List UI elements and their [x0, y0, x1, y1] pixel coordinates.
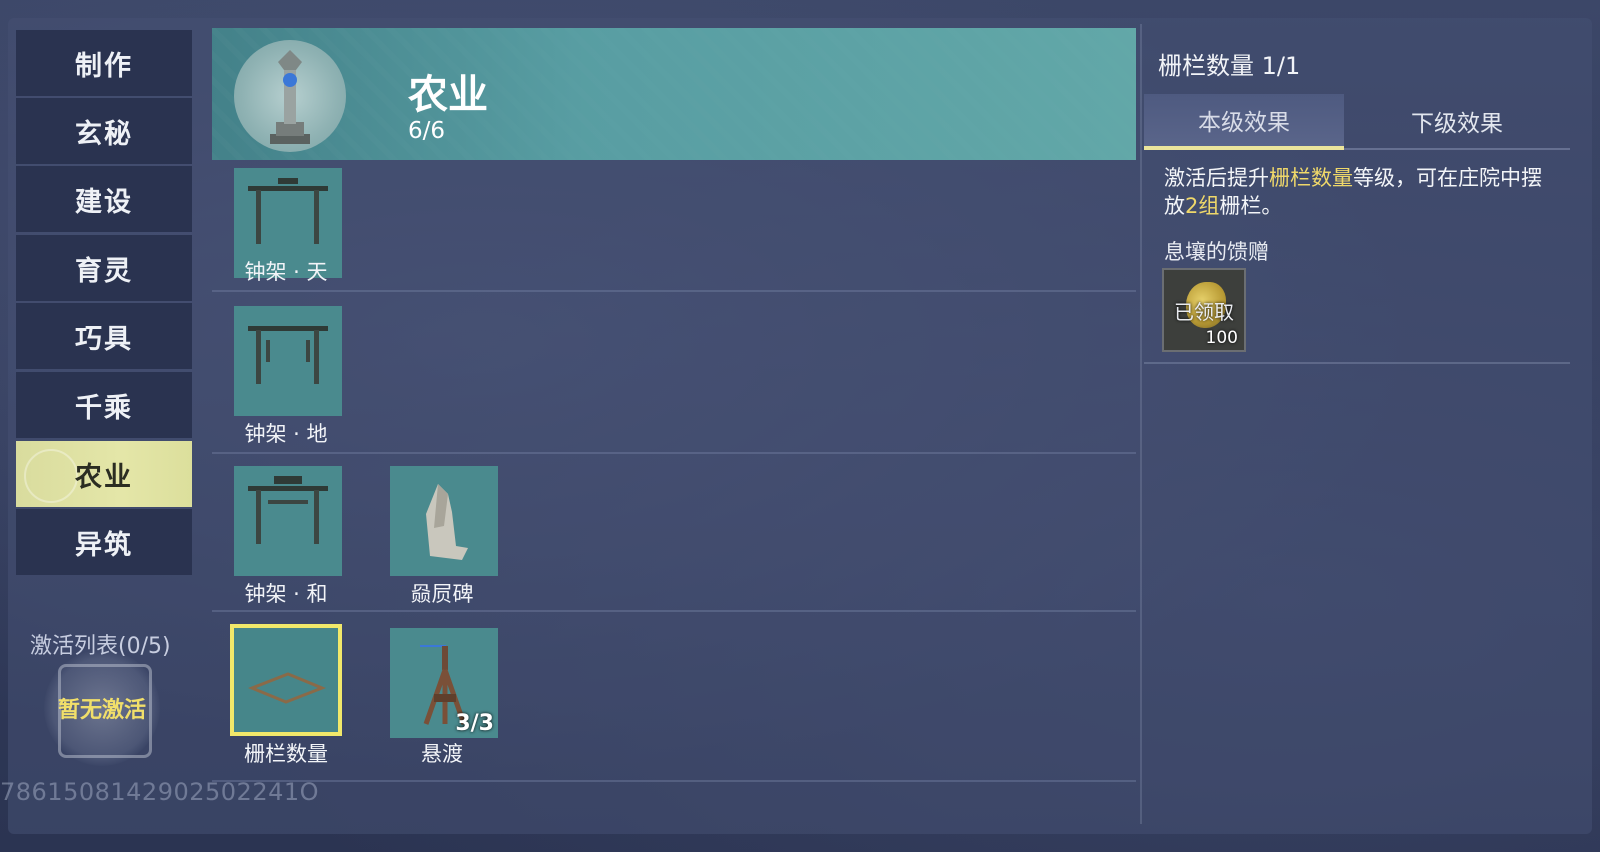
item-label: 悬渡 [421, 742, 463, 766]
category-label: 千乘 [75, 392, 133, 424]
category-label: 巧具 [75, 323, 133, 355]
banner-title: 农业 [408, 72, 488, 118]
no-activation-text: 暂无激活 [57, 698, 146, 723]
fence-icon [247, 672, 327, 704]
detail-divider [1144, 362, 1570, 364]
item-bell-rack-di[interactable] [234, 306, 342, 416]
activation-seal[interactable]: 暂无激活 [44, 650, 160, 766]
desc-text: 栅栏。 [1219, 194, 1283, 218]
category-yuling[interactable]: 育灵 [16, 235, 192, 301]
desc-highlight: 2组 [1185, 194, 1220, 218]
bell-rack-icon [248, 476, 328, 544]
item-xuandu[interactable]: 3/3 [390, 628, 498, 738]
statue-icon [270, 50, 310, 144]
category-qiansheng[interactable]: 千乘 [16, 372, 192, 438]
category-label: 异筑 [75, 529, 133, 561]
item-panel: 农业 6/6 钟架 · 天 钟架 · 地 钟架 · 和 赑屃碑 栅栏数量 3/3… [204, 24, 1142, 824]
bell-rack-icon [248, 178, 328, 244]
tab-next-level[interactable]: 下级效果 [1344, 94, 1570, 150]
gift-claimed-text: 已领取 [1174, 300, 1234, 324]
stele-icon [426, 484, 468, 560]
category-zhizuo[interactable]: 制作 [16, 30, 192, 96]
detail-title: 栅栏数量 1/1 [1158, 52, 1301, 80]
item-label: 栅栏数量 [244, 742, 328, 766]
category-label: 农业 [75, 461, 133, 493]
item-label: 钟架 · 天 [244, 260, 328, 284]
category-banner: 农业 6/6 [212, 28, 1136, 160]
category-jianshe[interactable]: 建设 [16, 166, 192, 232]
desc-text: 激活后提升 [1164, 166, 1269, 190]
row-divider [212, 610, 1136, 612]
banner-count: 6/6 [408, 118, 446, 144]
category-label: 玄秘 [75, 118, 133, 150]
gift-reward-slot[interactable]: 已领取 100 [1162, 268, 1246, 352]
category-nongye[interactable]: 农业 [16, 441, 192, 507]
effect-description: 激活后提升栅栏数量等级，可在庄院中摆放2组栅栏。 [1164, 164, 1554, 220]
desc-highlight: 栅栏数量 [1269, 166, 1353, 190]
item-bell-rack-he[interactable] [234, 466, 342, 576]
category-label: 育灵 [75, 255, 133, 287]
category-qiaoju[interactable]: 巧具 [16, 303, 192, 369]
item-label: 钟架 · 和 [244, 582, 328, 606]
category-label: 建设 [75, 186, 133, 218]
item-count: 3/3 [455, 711, 494, 736]
tab-current-level[interactable]: 本级效果 [1144, 94, 1344, 150]
effect-tabs: 本级效果 下级效果 [1144, 94, 1570, 150]
agriculture-emblem-icon [234, 40, 346, 152]
bell-rack-icon [248, 326, 328, 384]
gift-label: 息壤的馈赠 [1164, 240, 1269, 264]
gift-quantity: 100 [1205, 328, 1238, 348]
row-divider [212, 780, 1136, 782]
category-xuanmi[interactable]: 玄秘 [16, 98, 192, 164]
category-yizhu[interactable]: 异筑 [16, 509, 192, 575]
detail-panel: 栅栏数量 1/1 本级效果 下级效果 激活后提升栅栏数量等级，可在庄院中摆放2组… [1144, 24, 1580, 824]
item-fence-count[interactable] [230, 624, 342, 736]
row-divider [212, 452, 1136, 454]
item-label: 赑屃碑 [410, 582, 474, 606]
item-label: 钟架 · 地 [244, 422, 328, 446]
item-bixi-stele[interactable] [390, 466, 498, 576]
row-divider [212, 290, 1136, 292]
category-label: 制作 [75, 50, 133, 82]
